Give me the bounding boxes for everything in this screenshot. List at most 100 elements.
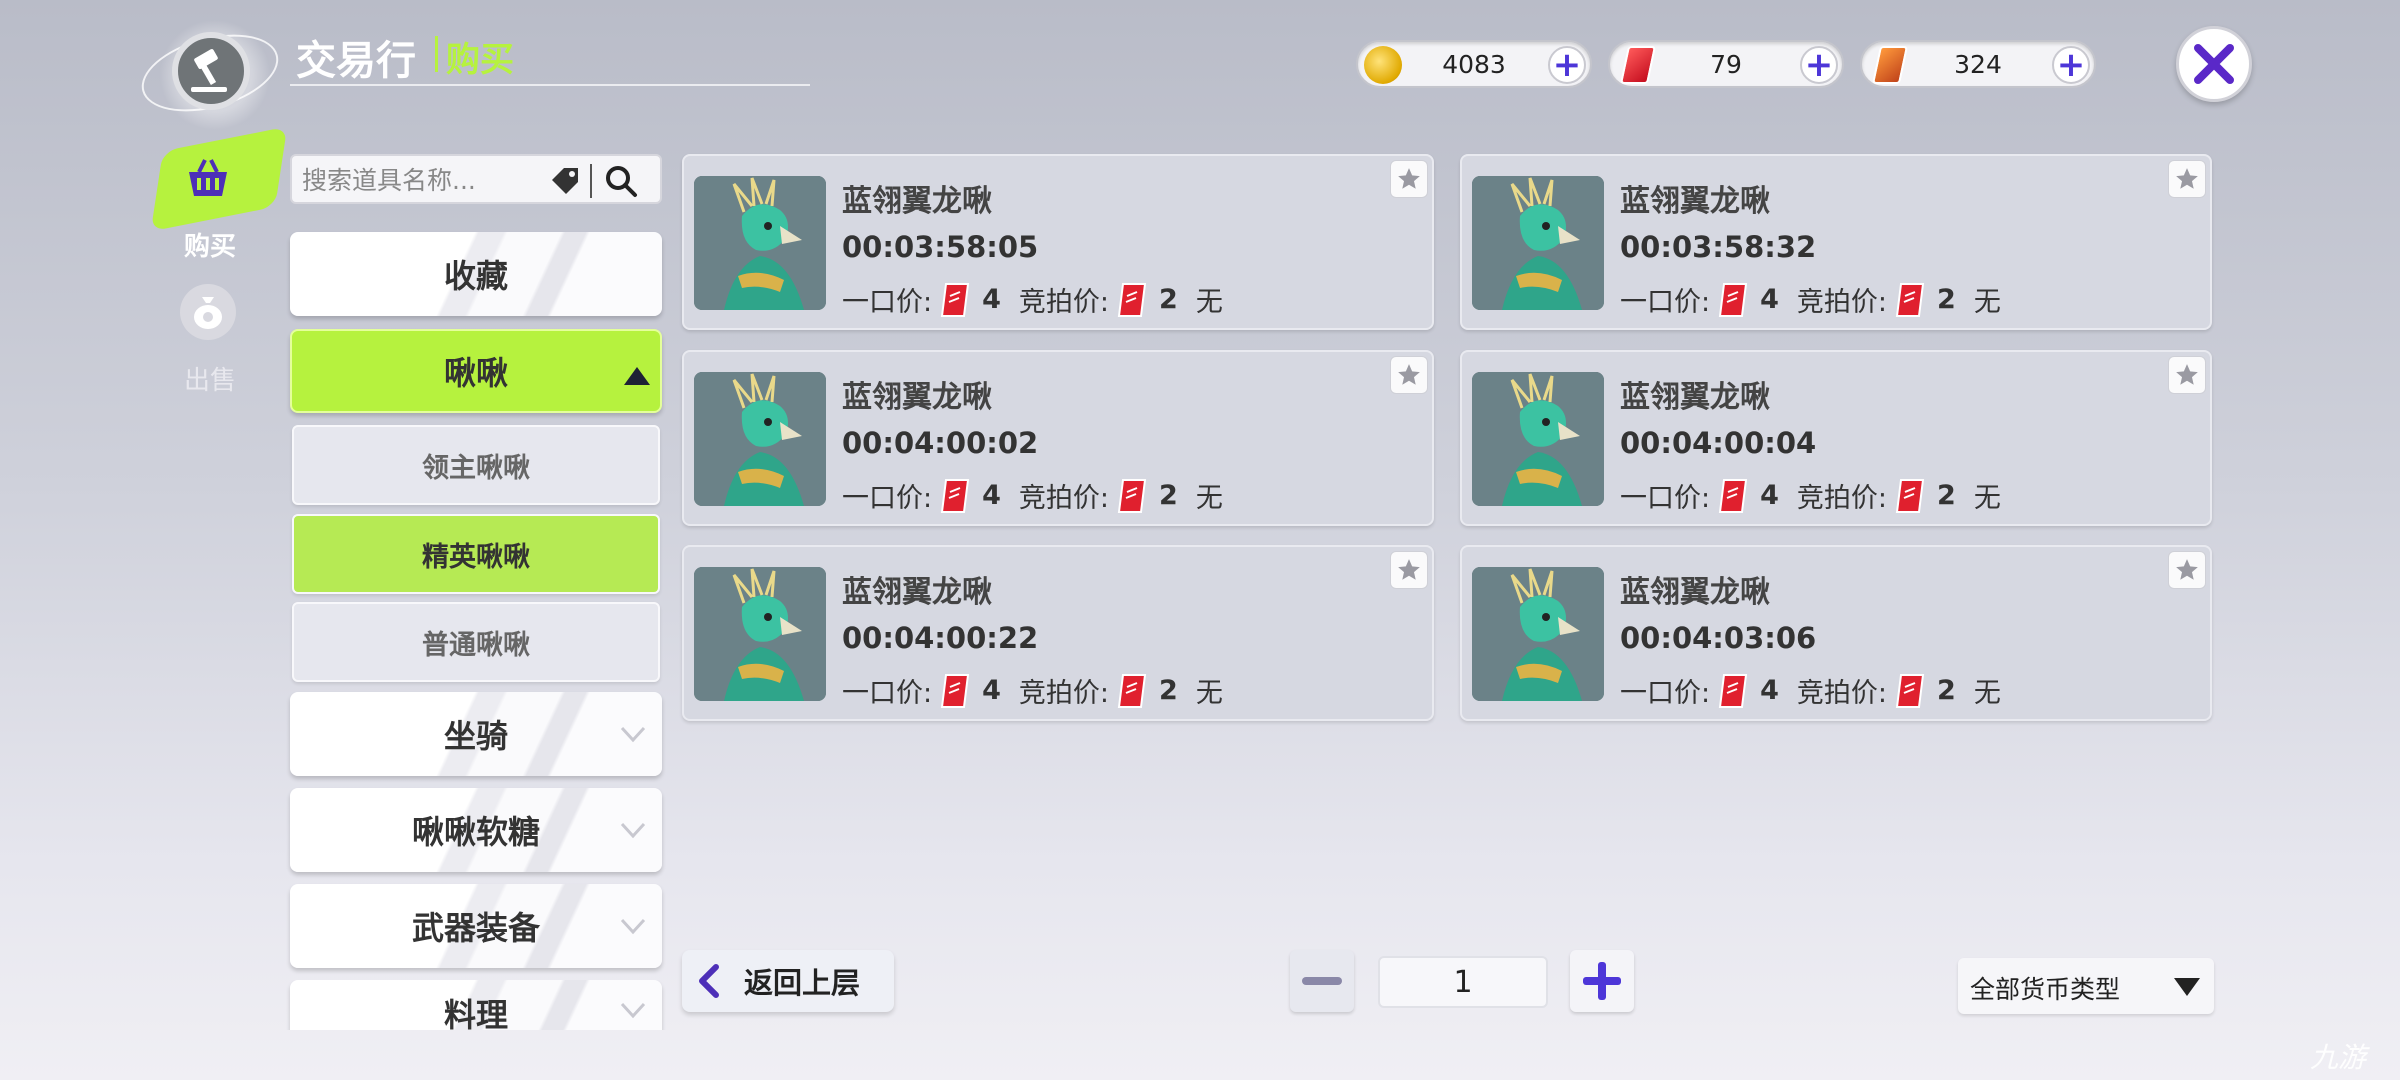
nav-buy-label: 购买 (183, 232, 236, 262)
page-decrement-button[interactable] (1290, 950, 1354, 1012)
add-red-ticket-button[interactable]: + (1800, 46, 1838, 84)
item-timer: 00:03:58:05 (842, 230, 1039, 264)
favorite-star-icon[interactable] (2168, 160, 2206, 198)
buyout-price: 4 (1760, 675, 1779, 706)
favorite-star-icon[interactable] (1390, 160, 1428, 198)
item-name: 蓝翎翼龙啾 (1620, 184, 1770, 219)
bid-price: 2 (1159, 480, 1178, 511)
buyout-price: 4 (1760, 480, 1779, 511)
item-name: 蓝翎翼龙啾 (1620, 380, 1770, 415)
bid-label: 竞拍价: (1796, 287, 1888, 318)
buyout-price: 4 (982, 480, 1001, 511)
nav-sell-label: 出售 (183, 366, 236, 396)
item-name: 蓝翎翼龙啾 (1620, 575, 1770, 610)
item-thumbnail (1472, 372, 1604, 506)
item-timer: 00:03:58:32 (1620, 230, 1817, 264)
category-favorites[interactable]: 收藏 (290, 232, 662, 316)
category-pets[interactable]: 啾啾 (290, 329, 662, 413)
red-ticket-icon (940, 282, 970, 318)
category-pets-label: 啾啾 (443, 354, 508, 392)
category-cooking-label: 料理 (443, 996, 508, 1030)
back-chevron-icon (699, 964, 719, 998)
watermark-logo: 九游 (2310, 1041, 2367, 1074)
category-candy[interactable]: 啾啾软糖 (290, 788, 662, 872)
current-bidder: 无 (1973, 678, 2001, 709)
page-subtitle: 购买 (446, 40, 514, 80)
page-title: 交易行 (296, 38, 416, 84)
dropdown-arrow-icon (2174, 978, 2200, 996)
item-timer: 00:04:00:02 (842, 426, 1039, 460)
category-cooking[interactable]: 料理 (290, 980, 662, 1030)
price-row: 一口价: 4 竞拍价: 2 无 (1620, 671, 2001, 710)
favorite-star-icon[interactable] (1390, 551, 1428, 589)
category-mounts-label: 坐骑 (443, 717, 508, 755)
orange-ticket-icon (1871, 46, 1909, 84)
favorite-star-icon[interactable] (2168, 356, 2206, 394)
money-bag-icon (180, 284, 236, 340)
current-bidder: 无 (1195, 287, 1223, 318)
buyout-price: 4 (982, 675, 1001, 706)
buyout-label: 一口价: (1620, 678, 1711, 709)
minus-icon (1302, 977, 1342, 985)
tag-icon[interactable] (550, 166, 580, 194)
listing-card[interactable]: 蓝翎翼龙啾 00:04:00:22 一口价: 4 竞拍价: 2 无 (682, 545, 1434, 721)
currency-orange-ticket: 324 + (1860, 40, 2096, 88)
subcategory-elite-pets[interactable]: 精英啾啾 (292, 514, 660, 594)
current-bidder: 无 (1195, 678, 1223, 709)
chevron-down-icon (620, 822, 646, 839)
item-thumbnail (694, 372, 826, 506)
search-bar (290, 154, 662, 204)
item-timer: 00:04:03:06 (1620, 621, 1817, 655)
buyout-label: 一口价: (1620, 483, 1711, 514)
price-row: 一口价: 4 竞拍价: 2 无 (1620, 280, 2001, 319)
buyout-label: 一口价: (842, 678, 933, 709)
item-name: 蓝翎翼龙啾 (842, 184, 992, 219)
bid-price: 2 (1937, 675, 1956, 706)
favorite-star-icon[interactable] (2168, 551, 2206, 589)
back-button[interactable]: 返回上层 (682, 950, 894, 1012)
bid-label: 竞拍价: (1796, 483, 1888, 514)
title-separator (435, 36, 438, 72)
subcategory-lord-pets[interactable]: 领主啾啾 (292, 425, 660, 505)
category-mounts[interactable]: 坐骑 (290, 692, 662, 776)
listing-card[interactable]: 蓝翎翼龙啾 00:04:00:04 一口价: 4 竞拍价: 2 无 (1460, 350, 2212, 526)
item-timer: 00:04:00:22 (842, 621, 1039, 655)
add-orange-ticket-button[interactable]: + (2052, 46, 2090, 84)
red-ticket-icon (1619, 46, 1657, 84)
currency-type-dropdown[interactable]: 全部货币类型 (1958, 958, 2214, 1014)
price-row: 一口价: 4 竞拍价: 2 无 (842, 476, 1223, 515)
red-ticket-icon (1718, 673, 1748, 709)
buyout-price: 4 (982, 284, 1001, 315)
listing-card[interactable]: 蓝翎翼龙啾 00:03:58:05 一口价: 4 竞拍价: 2 无 (682, 154, 1434, 330)
page-number-input[interactable] (1378, 956, 1548, 1008)
category-weapons-label: 武器装备 (411, 909, 540, 947)
favorite-star-icon[interactable] (1390, 356, 1428, 394)
item-thumbnail (694, 567, 826, 701)
listing-card[interactable]: 蓝翎翼龙啾 00:04:00:02 一口价: 4 竞拍价: 2 无 (682, 350, 1434, 526)
listing-card[interactable]: 蓝翎翼龙啾 00:03:58:32 一口价: 4 竞拍价: 2 无 (1460, 154, 2212, 330)
page-increment-button[interactable] (1570, 950, 1634, 1012)
gold-coin-icon (1364, 46, 1402, 84)
bid-label: 竞拍价: (1018, 287, 1110, 318)
search-separator (590, 164, 592, 198)
red-ticket-icon (1117, 673, 1147, 709)
listing-card[interactable]: 蓝翎翼龙啾 00:04:03:06 一口价: 4 竞拍价: 2 无 (1460, 545, 2212, 721)
search-icon[interactable] (604, 164, 638, 198)
subcategory-normal-pets[interactable]: 普通啾啾 (292, 602, 660, 682)
item-timer: 00:04:00:04 (1620, 426, 1817, 460)
subcategory-label: 领主啾啾 (422, 452, 530, 484)
currency-type-selected: 全部货币类型 (1970, 975, 2121, 1004)
buyout-label: 一口价: (842, 483, 933, 514)
category-weapons[interactable]: 武器装备 (290, 884, 662, 968)
red-ticket-icon (940, 673, 970, 709)
close-button[interactable] (2176, 26, 2252, 102)
category-list-clip: 料理 (280, 980, 680, 1030)
add-gold-button[interactable]: + (1548, 46, 1586, 84)
current-bidder: 无 (1973, 483, 2001, 514)
category-candy-label: 啾啾软糖 (411, 813, 540, 851)
subcategory-label: 普通啾啾 (422, 629, 530, 661)
category-favorites-label: 收藏 (443, 257, 508, 295)
red-ticket-icon (940, 478, 970, 514)
chevron-down-icon (620, 1002, 646, 1019)
search-input[interactable] (302, 162, 552, 198)
